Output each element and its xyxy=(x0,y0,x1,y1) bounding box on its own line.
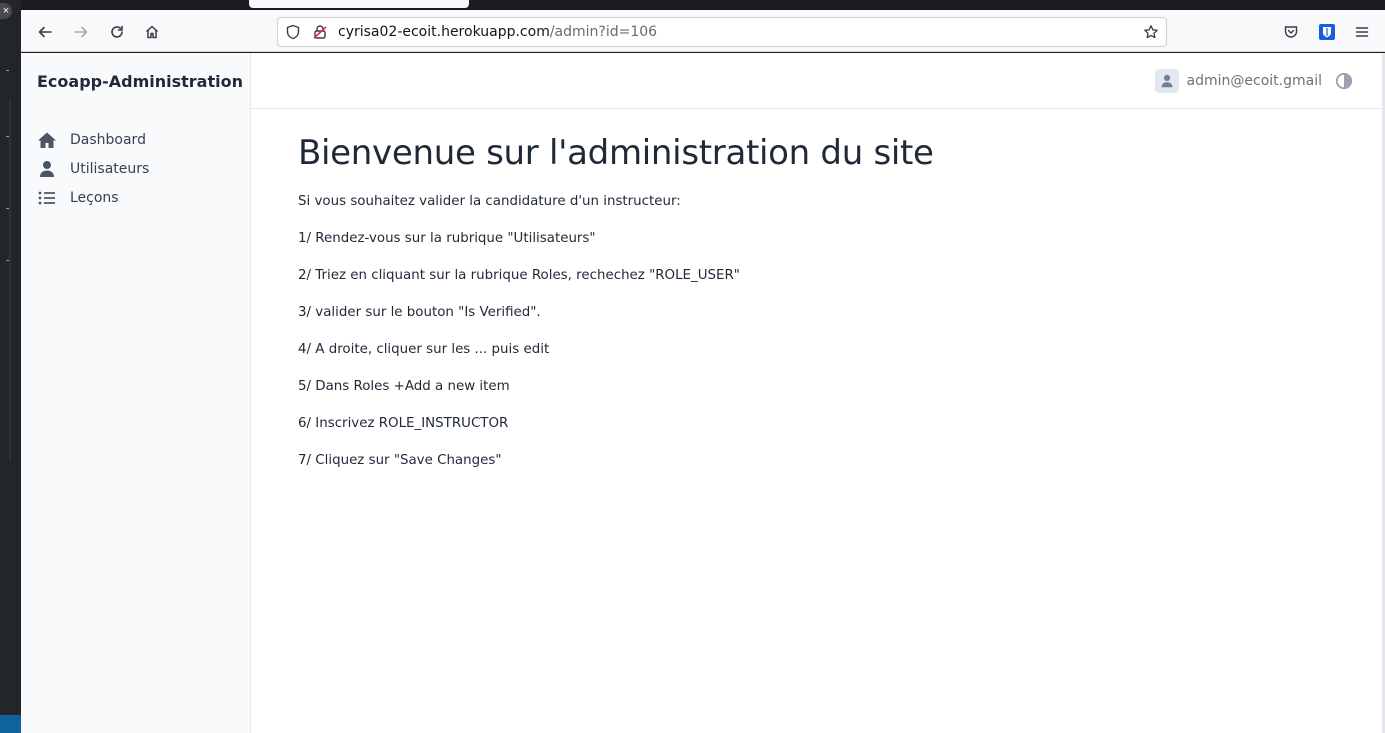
reload-icon[interactable] xyxy=(103,18,131,46)
list-icon xyxy=(37,188,57,208)
sidebar-item-label: Utilisateurs xyxy=(70,160,150,177)
url-bar[interactable]: cyrisa02-ecoit.herokuapp.com/admin?id=10… xyxy=(277,17,1167,47)
status-indicator xyxy=(0,715,21,733)
browser-tab-strip xyxy=(21,0,1385,10)
browser-toolbar: cyrisa02-ecoit.herokuapp.com/admin?id=10… xyxy=(21,10,1385,52)
star-icon[interactable] xyxy=(1142,23,1160,41)
instruction-step: 2/ Triez en cliquant sur la rubrique Rol… xyxy=(298,268,740,283)
brand-title[interactable]: Ecoapp-Administration xyxy=(37,72,243,91)
instruction-step: 3/ valider sur le bouton "Is Verified". xyxy=(298,305,541,320)
instruction-step: 1/ Rendez-vous sur la rubrique "Utilisat… xyxy=(298,231,596,246)
desktop-left-strip: × xyxy=(0,0,21,733)
instruction-step: 7/ Cliquez sur "Save Changes" xyxy=(298,453,502,468)
main-content: Bienvenue sur l'administration du site S… xyxy=(298,133,934,489)
intro-text: Si vous souhaitez valider la candidature… xyxy=(298,194,681,209)
back-arrow-icon[interactable] xyxy=(31,18,59,46)
sidebar-item-label: Dashboard xyxy=(70,131,146,148)
pocket-icon[interactable] xyxy=(1277,18,1305,46)
url-path: /admin?id=106 xyxy=(549,24,658,40)
user-icon xyxy=(1154,69,1179,93)
menu-icon[interactable] xyxy=(1348,18,1376,46)
url-text[interactable]: cyrisa02-ecoit.herokuapp.com/admin?id=10… xyxy=(338,24,657,40)
instruction-step: 5/ Dans Roles +Add a new item xyxy=(298,379,510,394)
instruction-step: 4/ A droite, cliquer sur les ... puis ed… xyxy=(298,342,550,357)
active-tab[interactable] xyxy=(249,0,469,8)
sidebar-nav: Dashboard Utilisateurs Leçons xyxy=(37,125,149,212)
user-email: admin@ecoit.gmail xyxy=(1186,73,1322,89)
sidebar: Ecoapp-Administration Dashboard Utilisat… xyxy=(21,53,251,733)
strip-mark xyxy=(6,70,9,71)
strip-divider xyxy=(9,100,11,460)
sidebar-item-lecons[interactable]: Leçons xyxy=(37,183,149,212)
shield-icon[interactable] xyxy=(284,23,302,41)
user-menu[interactable]: admin@ecoit.gmail xyxy=(1154,69,1322,93)
extension-icon[interactable] xyxy=(1313,18,1341,46)
close-icon[interactable]: × xyxy=(0,3,12,19)
sidebar-item-dashboard[interactable]: Dashboard xyxy=(37,125,149,154)
home-icon[interactable] xyxy=(138,18,166,46)
user-icon xyxy=(37,159,57,179)
admin-app: Ecoapp-Administration Dashboard Utilisat… xyxy=(21,53,1385,733)
sidebar-item-utilisateurs[interactable]: Utilisateurs xyxy=(37,154,149,183)
top-header: admin@ecoit.gmail xyxy=(251,53,1385,109)
instruction-step: 6/ Inscrivez ROLE_INSTRUCTOR xyxy=(298,416,509,431)
lock-icon[interactable] xyxy=(311,23,329,41)
forward-arrow-icon[interactable] xyxy=(67,18,95,46)
url-host: cyrisa02-ecoit.herokuapp.com xyxy=(338,24,550,40)
home-icon xyxy=(37,130,57,150)
contrast-icon[interactable] xyxy=(1335,72,1353,90)
sidebar-item-label: Leçons xyxy=(70,189,119,206)
page-title: Bienvenue sur l'administration du site xyxy=(298,133,934,173)
